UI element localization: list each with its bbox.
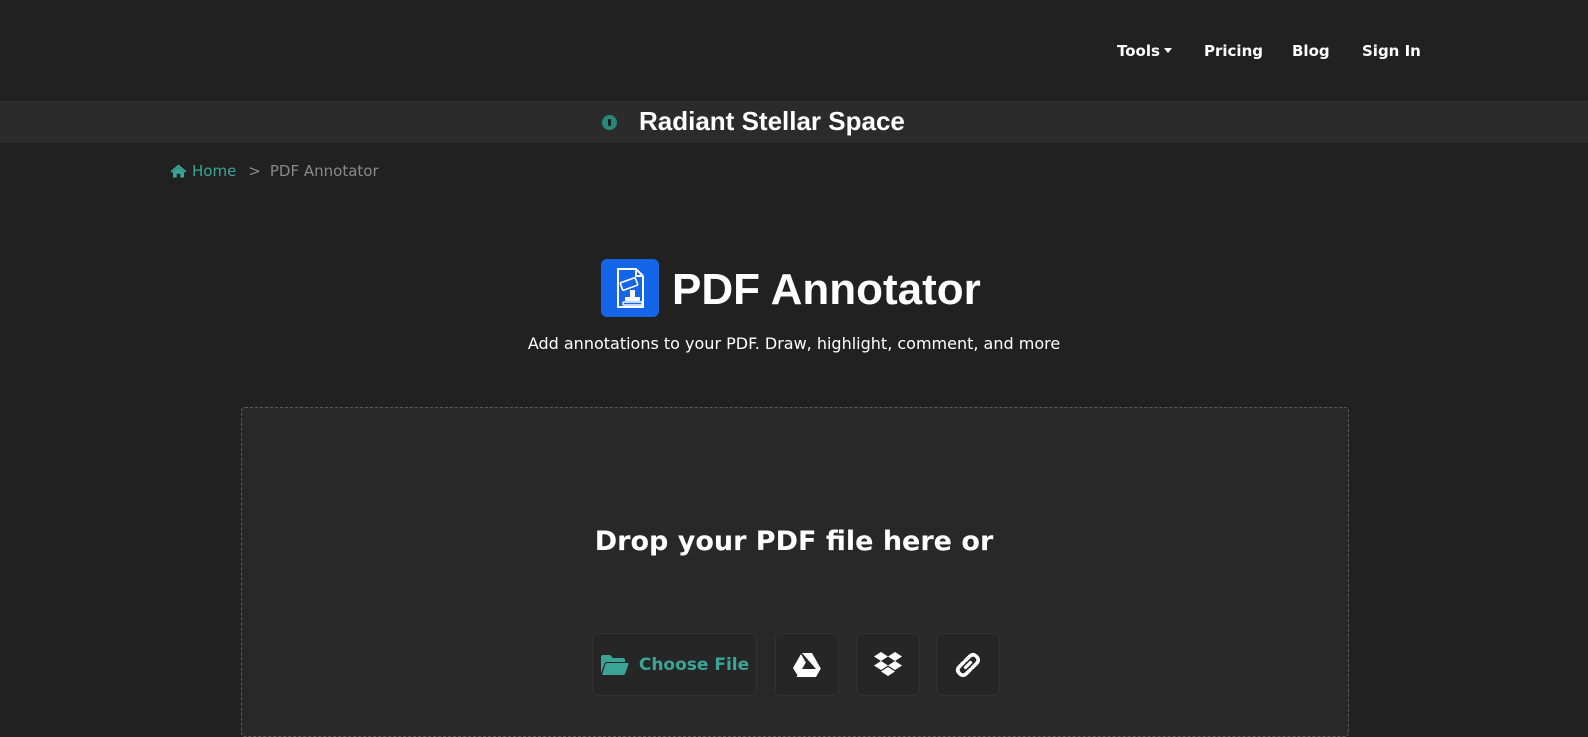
nav-tools-dropdown[interactable]: Tools xyxy=(1117,42,1172,60)
breadcrumb-home-label: Home xyxy=(192,162,237,180)
page-title: PDF Annotator xyxy=(672,265,981,314)
breadcrumb-home-link[interactable]: Home xyxy=(170,162,236,180)
nav-blog-link[interactable]: Blog xyxy=(1292,42,1330,60)
google-drive-button[interactable] xyxy=(775,633,839,696)
page-subtitle: Add annotations to your PDF. Draw, highl… xyxy=(527,334,1061,353)
folder-open-icon xyxy=(600,654,629,675)
drop-instruction: Drop your PDF file here or xyxy=(594,526,994,557)
breadcrumb-separator: > xyxy=(248,162,261,180)
banner-title: Radiant Stellar Space xyxy=(639,106,905,136)
breadcrumb: Home > PDF Annotator xyxy=(170,162,379,180)
navbar: Tools Pricing Blog Sign In xyxy=(0,0,1588,101)
nav-tools-label: Tools xyxy=(1117,42,1160,60)
dropbox-button[interactable] xyxy=(856,633,920,696)
nav-pricing-link[interactable]: Pricing xyxy=(1204,42,1263,60)
url-link-button[interactable] xyxy=(936,633,1000,696)
dropbox-icon xyxy=(874,651,902,676)
home-icon xyxy=(170,164,187,178)
pdf-annotator-icon xyxy=(601,259,659,317)
info-icon xyxy=(602,115,617,130)
choose-file-label: Choose File xyxy=(638,654,750,675)
nav-signin-link[interactable]: Sign In xyxy=(1362,42,1421,60)
choose-file-button[interactable]: Choose File xyxy=(592,633,757,696)
caret-down-icon xyxy=(1163,48,1172,53)
google-drive-icon xyxy=(793,652,821,677)
link-icon xyxy=(955,652,981,677)
breadcrumb-current: PDF Annotator xyxy=(269,162,379,180)
